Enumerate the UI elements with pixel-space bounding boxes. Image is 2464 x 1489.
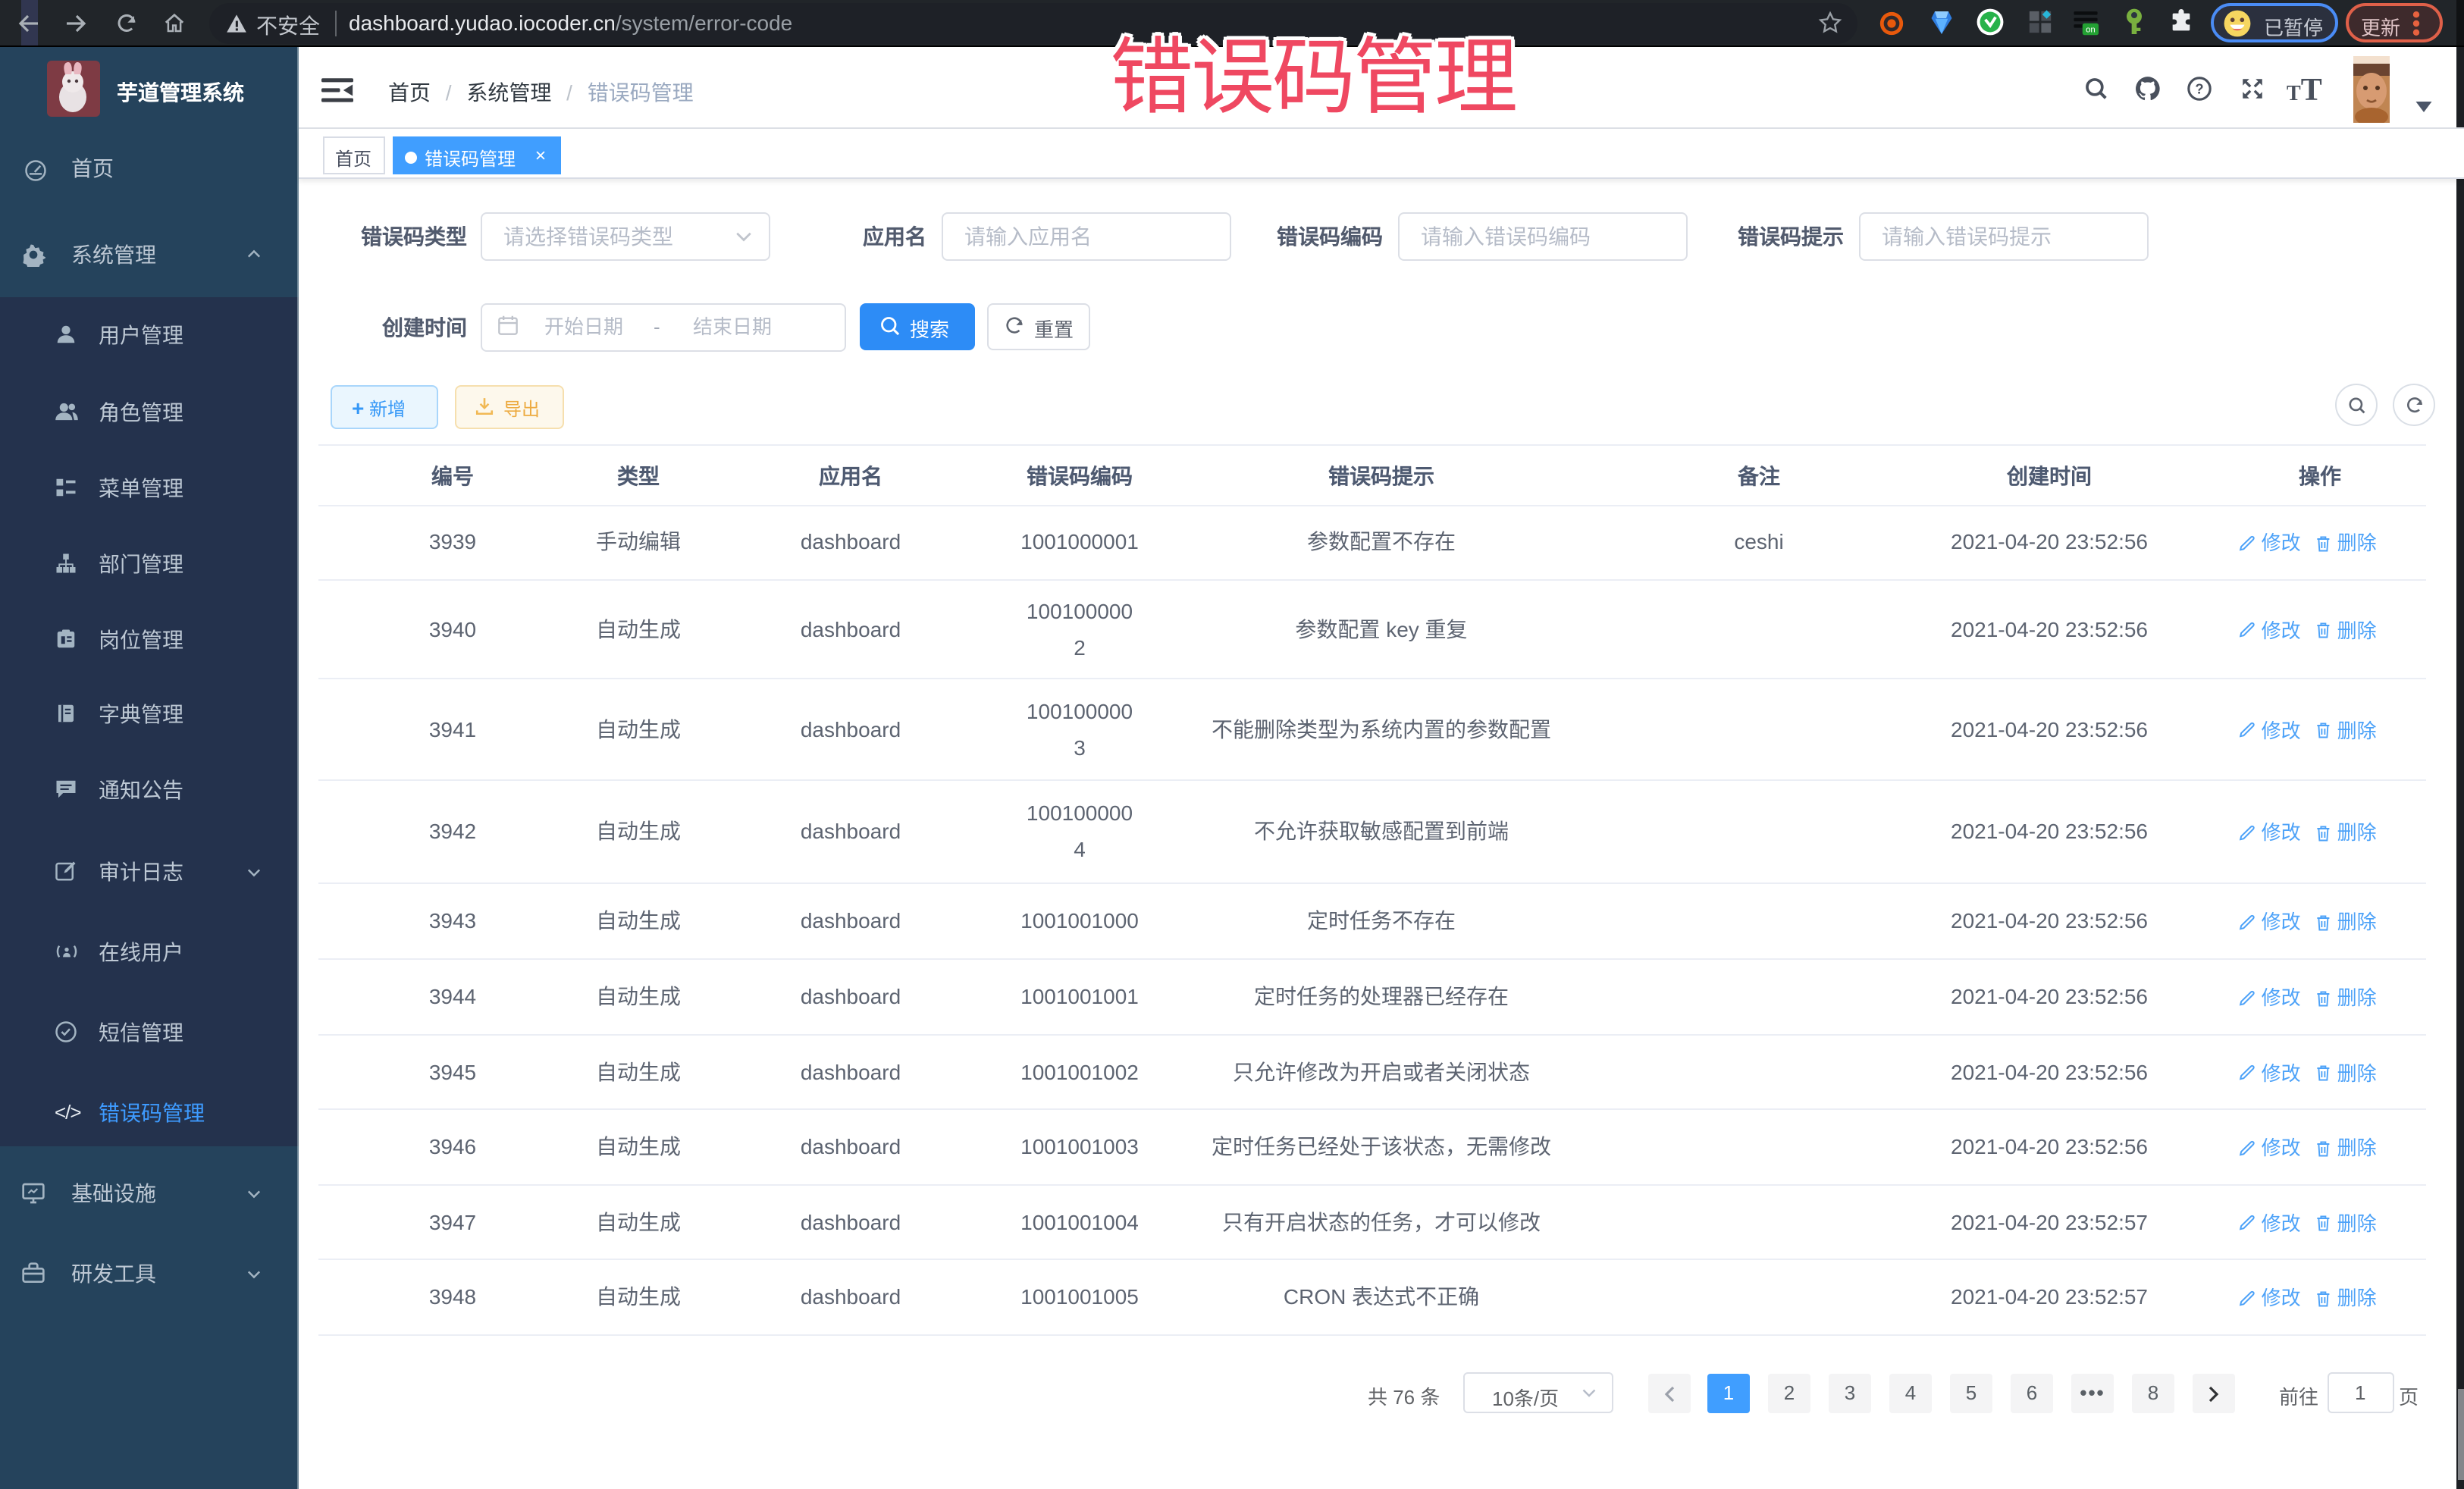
svg-text:?: ? [2195, 80, 2203, 96]
svg-text:on: on [2086, 26, 2096, 35]
